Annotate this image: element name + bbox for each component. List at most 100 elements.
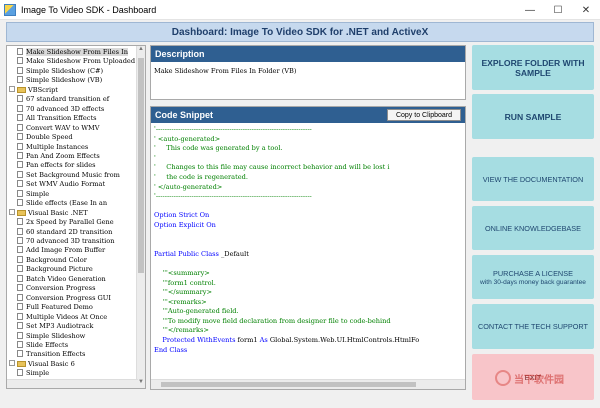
scrollbar-thumb[interactable] [161, 382, 416, 387]
expand-toggle-icon[interactable] [9, 208, 15, 215]
tree-vertical-scrollbar[interactable]: ▲ ▼ [136, 46, 145, 388]
code-snippet-header: Code Snippet [155, 110, 213, 120]
code-token: On [206, 220, 216, 229]
tree-item-label: Conversion Progress GUI [26, 293, 111, 302]
document-icon [17, 218, 23, 226]
code-token: ' <auto-generated> [154, 134, 221, 143]
close-button[interactable]: ✕ [572, 0, 600, 20]
code-token: _Default [221, 249, 249, 258]
document-icon [17, 265, 23, 273]
code-horizontal-scrollbar[interactable] [151, 379, 465, 389]
code-token: End Class [154, 345, 188, 354]
document-icon [17, 369, 23, 377]
code-line: '---------------------------------------… [154, 125, 459, 135]
code-token: ' This code was generated by a tool. [154, 144, 283, 153]
code-token: '---------------------------------------… [154, 125, 312, 133]
view-documentation-button[interactable]: VIEW THE DOCUMENTATION [472, 157, 594, 201]
tree-item-label: Make Slideshow From Uploaded [26, 57, 136, 66]
folder-icon [17, 360, 26, 367]
expand-toggle-icon[interactable] [9, 85, 15, 92]
code-token: Public [178, 249, 202, 258]
code-line: ' </auto-generated> [154, 183, 459, 193]
description-panel: Description Make Slideshow From Files In… [150, 45, 466, 100]
contact-tech-support-button[interactable]: CONTACT THE TECH SUPPORT [472, 304, 594, 349]
code-line: '''form1 control. [154, 279, 459, 289]
code-line: '''Auto-generated field. [154, 307, 459, 317]
code-token: Class [201, 249, 221, 258]
maximize-button[interactable]: ☐ [544, 0, 572, 20]
description-text: Make Slideshow From Files In Folder (VB) [154, 67, 297, 75]
run-sample-button[interactable]: RUN SAMPLE [472, 94, 594, 139]
folder-icon [17, 209, 26, 216]
code-line: Protected WithEvents form1 As Global.Sys… [154, 336, 459, 346]
tree-item-label: All Transition Effects [26, 114, 97, 123]
explore-folder-label: EXPLORE FOLDER WITH SAMPLE [481, 57, 585, 78]
tree-item-label: Simple [26, 369, 50, 378]
document-icon [17, 104, 23, 112]
document-icon [17, 350, 23, 358]
code-text-area[interactable]: '---------------------------------------… [154, 125, 459, 377]
copy-to-clipboard-button[interactable]: Copy to Clipboard [386, 109, 461, 121]
title-bar: Image To Video SDK - Dashboard — ☐ ✕ [0, 0, 600, 20]
tree-item-label: 70 advanced 3D effects [26, 104, 105, 113]
contact-tech-support-label: CONTACT THE TECH SUPPORT [477, 322, 588, 331]
folder-icon [17, 86, 26, 93]
document-icon [17, 180, 23, 188]
document-icon [17, 170, 23, 178]
document-icon [17, 293, 23, 301]
code-token: '''To modify move field declaration from… [154, 316, 391, 325]
document-icon [17, 284, 23, 292]
code-line: '''To modify move field declaration from… [154, 317, 459, 327]
tree-item-label: Simple [26, 189, 50, 198]
code-line: Option Explicit On [154, 221, 459, 231]
tree-item-label: Slide effects (Ease In an [26, 199, 108, 208]
code-line: End Class [154, 346, 459, 356]
document-icon [17, 227, 23, 235]
code-token: WithEvents [197, 336, 238, 345]
code-line: ' the code is regenerated. [154, 173, 459, 183]
code-line: '---------------------------------------… [154, 192, 459, 202]
code-token: '''form1 control. [154, 278, 216, 287]
dashboard-banner: Dashboard: Image To Video SDK for .NET a… [6, 22, 594, 42]
document-icon [17, 303, 23, 311]
tree-item-label: Full Featured Demo [26, 303, 93, 312]
explore-folder-button[interactable]: EXPLORE FOLDER WITH SAMPLE [472, 45, 594, 90]
document-icon [17, 340, 23, 348]
tree-item-label: Visual Basic .NET [28, 208, 88, 217]
scrollbar-thumb[interactable] [138, 58, 144, 273]
document-icon [17, 161, 23, 169]
code-token: Partial [154, 249, 179, 258]
tree-item-label: Multiple Instances [26, 142, 89, 151]
document-icon [17, 133, 23, 141]
scroll-down-arrow-icon[interactable]: ▼ [137, 379, 145, 388]
code-token: '''<remarks> [154, 297, 207, 306]
tree-item-label: Background Color [26, 255, 87, 264]
code-token: Protected [154, 336, 198, 345]
code-line: '''<summary> [154, 269, 459, 279]
online-knowledgebase-button[interactable]: ONLINE KNOWLEDGEBASE [472, 206, 594, 250]
code-snippet-header-bar: Code Snippet Copy to Clipboard [151, 107, 465, 123]
purchase-license-sublabel: with 30-days money back guarantee [480, 278, 586, 286]
tree-item-label: Convert WAV to WMV [26, 123, 100, 132]
document-icon [17, 237, 23, 244]
expand-toggle-icon[interactable] [9, 359, 15, 366]
scroll-up-arrow-icon[interactable]: ▲ [137, 46, 145, 55]
tree-horizontal-scrollbar[interactable] [7, 379, 138, 388]
samples-tree[interactable]: Make Slideshow From Files In Make Slidesh… [6, 45, 146, 389]
tree-item-label: Multiple Videos At Once [26, 312, 108, 321]
tree-item-label: Set MP3 Audiotrack [26, 322, 94, 331]
code-token: Option Strict [154, 211, 200, 220]
code-token: '''Auto-generated field. [154, 307, 239, 316]
minimize-button[interactable]: — [516, 0, 544, 20]
code-token: Global.System.Web.UI.HtmlControls.HtmlFo [269, 336, 420, 345]
purchase-license-button[interactable]: PURCHASE A LICENSE with 30-days money ba… [472, 255, 594, 299]
online-knowledgebase-label: ONLINE KNOWLEDGEBASE [484, 223, 582, 233]
document-icon [17, 199, 23, 207]
document-icon [17, 95, 23, 103]
description-header: Description [151, 46, 465, 62]
tree-item-label: Simple Slideshow (C#) [26, 66, 104, 75]
app-icon [4, 3, 16, 16]
tree-item-label: Visual Basic 6 [28, 359, 75, 368]
